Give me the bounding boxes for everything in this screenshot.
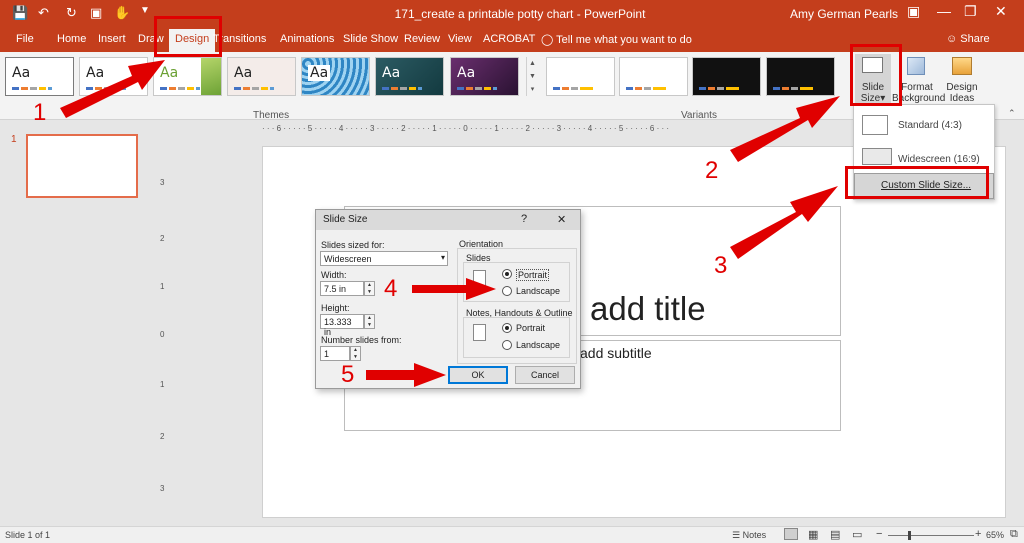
annotation-1: 1 (33, 99, 47, 126)
arrow-1 (60, 60, 165, 118)
annotation-arrows (60, 60, 840, 387)
annotation-4: 4 (384, 275, 398, 302)
annotation-5: 5 (341, 361, 355, 388)
annotation-2: 2 (705, 157, 719, 184)
arrow-3 (730, 186, 838, 259)
arrow-4 (412, 278, 496, 300)
annotation-3: 3 (714, 252, 728, 279)
arrow-2 (730, 96, 840, 162)
arrow-5 (366, 363, 446, 387)
